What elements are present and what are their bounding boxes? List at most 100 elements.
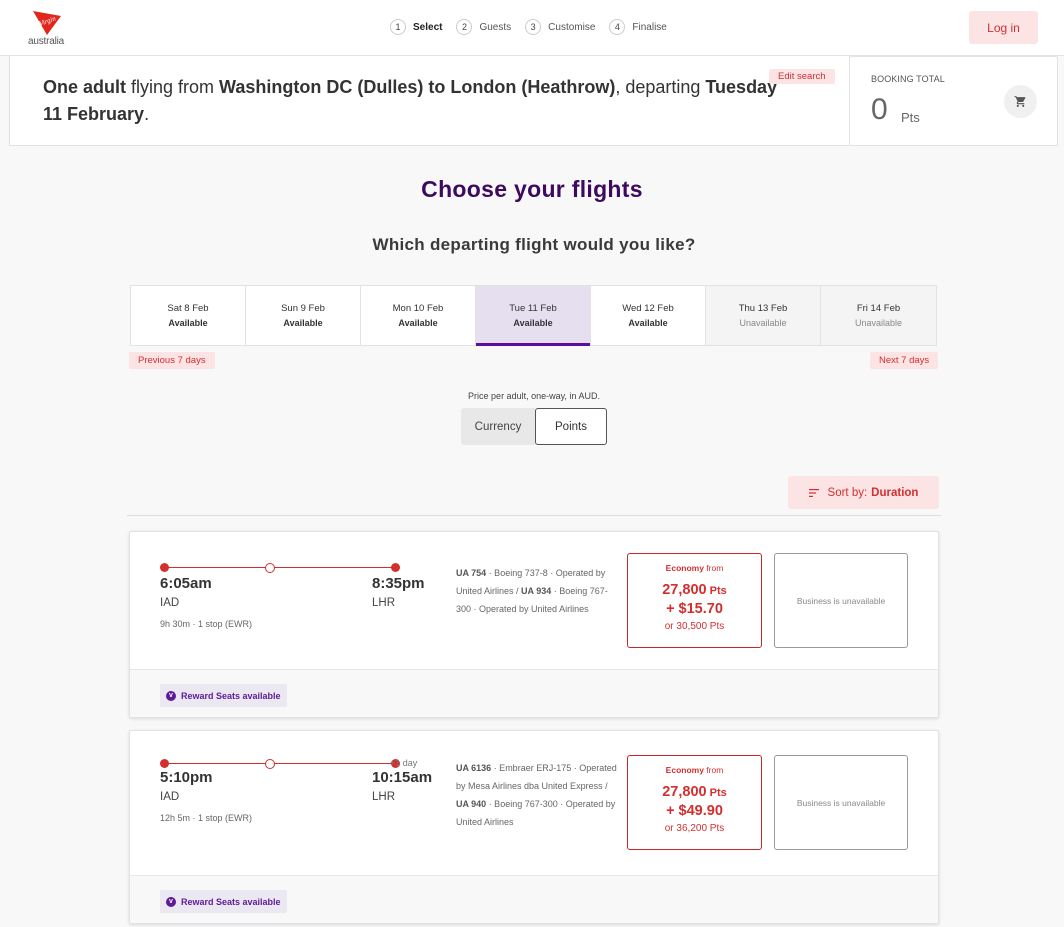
- booking-total-panel: BOOKING TOTAL 0 Pts: [849, 56, 1058, 146]
- step-label: Customise: [548, 21, 596, 33]
- flight-card-footer: v Reward Seats available: [130, 875, 938, 923]
- flight-duration: 9h 30m · 1 stop (EWR): [160, 619, 253, 629]
- flight-number: UA 754: [456, 568, 487, 578]
- date-tab-selected[interactable]: Tue 11 Feb Available: [476, 286, 591, 346]
- fare-cash: + $15.70: [666, 601, 723, 617]
- date-tab-day: Wed 12 Feb: [622, 303, 674, 314]
- step-number: 3: [525, 19, 542, 35]
- flight-duration: 12h 5m · 1 stop (EWR): [160, 813, 253, 823]
- flight-card[interactable]: +1 day 5:10pm 10:15am IAD LHR 12h 5m · 1…: [129, 730, 939, 924]
- step-guests: 2 Guests: [456, 19, 511, 35]
- plus-day-indicator: +1 day: [390, 758, 418, 768]
- departure-airport: IAD: [160, 597, 180, 609]
- date-tab-day: Fri 14 Feb: [856, 303, 901, 314]
- departure-time: 5:10pm: [160, 769, 213, 786]
- date-tab-status: Available: [398, 318, 438, 328]
- date-tab-day: Sat 8 Feb: [167, 303, 209, 314]
- departure-dot-icon: [160, 759, 169, 768]
- fare-points: 27,800 Pts: [628, 581, 761, 600]
- date-tab-unavailable[interactable]: Fri 14 Feb Unavailable: [821, 286, 936, 345]
- route-line-segment: [165, 567, 396, 568]
- next-7-days-button[interactable]: Next 7 days: [870, 352, 939, 369]
- sort-value: Duration: [871, 486, 919, 499]
- date-tab[interactable]: Sun 9 Feb Available: [246, 286, 361, 345]
- step-number: 1: [390, 19, 406, 35]
- step-label: Finalise: [632, 21, 667, 33]
- fare-points-value: 27,800: [662, 784, 707, 800]
- booking-total-unit: Pts: [901, 110, 920, 125]
- date-tab-status: Unavailable: [854, 318, 903, 328]
- summary-connector: flying from: [126, 77, 220, 97]
- fare-points-unit: Pts: [706, 585, 727, 597]
- date-tab-unavailable[interactable]: Thu 13 Feb Unavailable: [706, 286, 821, 345]
- booking-total-value: 0: [871, 93, 888, 126]
- step-finalise: 4 Finalise: [609, 19, 667, 35]
- date-selector: Sat 8 Feb Available Sun 9 Feb Available …: [130, 285, 937, 346]
- step-number: 4: [609, 19, 626, 35]
- booking-steps: 1 Select 2 Guests 3 Customise 4 Finalise: [390, 19, 681, 35]
- search-summary-text: One adult flying from Washington DC (Dul…: [43, 74, 783, 128]
- sort-icon: [808, 488, 819, 497]
- currency-toggle-option[interactable]: Currency: [461, 408, 535, 445]
- booking-total-label: BOOKING TOTAL: [871, 74, 945, 84]
- step-select: 1 Select: [390, 19, 442, 35]
- arrival-airport: LHR: [372, 597, 396, 609]
- virgin-logo-icon: Virgin: [33, 11, 61, 35]
- fare-class-name: Economy: [665, 765, 704, 775]
- reward-seats-label: Reward Seats available: [181, 896, 281, 907]
- arrival-time: 10:15am: [372, 769, 433, 786]
- fare-class: Economy from: [628, 765, 761, 775]
- step-customise: 3 Customise: [525, 19, 595, 35]
- date-tab[interactable]: Sat 8 Feb Available: [131, 286, 246, 345]
- edit-search-button[interactable]: Edit search: [769, 69, 835, 84]
- fare-from: from: [703, 765, 724, 775]
- divider: [127, 515, 941, 516]
- fare-alternative: or 30,500 Pts: [664, 621, 725, 632]
- step-number: 2: [456, 19, 473, 35]
- route-line: [160, 759, 400, 769]
- reward-seats-badge: v Reward Seats available: [160, 684, 287, 707]
- fare-alternative: or 36,200 Pts: [664, 823, 725, 834]
- cart-button[interactable]: [1004, 85, 1037, 118]
- arrival-airport: LHR: [372, 791, 396, 803]
- flight-number: UA 6136: [456, 763, 492, 773]
- virgin-australia-logo[interactable]: Virgin australia: [28, 10, 68, 48]
- fare-points-value: 27,800: [662, 582, 707, 598]
- previous-7-days-button[interactable]: Previous 7 days: [129, 352, 215, 369]
- fare-cash: + $49.90: [666, 803, 723, 819]
- cart-icon: [1014, 96, 1026, 107]
- date-tab-status: Available: [283, 318, 323, 328]
- step-label: Select: [413, 21, 443, 33]
- login-button[interactable]: Log in: [969, 11, 1038, 44]
- price-note: Price per adult, one-way, in AUD.: [468, 391, 600, 401]
- route-line: [160, 563, 400, 573]
- velocity-icon: v: [166, 690, 176, 701]
- date-tab-day: Mon 10 Feb: [392, 303, 444, 314]
- business-fare-unavailable: Business is unavailable: [774, 755, 908, 850]
- sort-button[interactable]: Sort by: Duration: [788, 476, 939, 509]
- summary-connector: , departing: [615, 77, 706, 97]
- economy-fare-button[interactable]: Economy from 27,800 Pts + $15.70 or 30,5…: [627, 553, 762, 648]
- velocity-icon: v: [166, 896, 176, 907]
- fare-points-unit: Pts: [706, 787, 727, 799]
- route: Washington DC (Dulles) to London (Heathr…: [219, 77, 616, 97]
- flight-info: UA 754 · Boeing 737-8 · Operated by Unit…: [456, 564, 621, 618]
- date-tab-day: Tue 11 Feb: [509, 303, 557, 314]
- fare-class: Economy from: [628, 563, 761, 573]
- date-tab[interactable]: Mon 10 Feb Available: [361, 286, 476, 345]
- points-toggle-option[interactable]: Points: [535, 408, 607, 445]
- passengers: One adult: [43, 77, 127, 97]
- flight-card-main: +1 day 5:10pm 10:15am IAD LHR 12h 5m · 1…: [130, 731, 938, 876]
- logo-text: australia: [28, 36, 64, 47]
- flight-card-main: 6:05am 8:35pm IAD LHR 9h 30m · 1 stop (E…: [130, 532, 938, 670]
- economy-fare-button[interactable]: Economy from 27,800 Pts + $49.90 or 36,2…: [627, 755, 762, 850]
- search-summary: One adult flying from Washington DC (Dul…: [9, 56, 849, 146]
- fare-points: 27,800 Pts: [628, 783, 761, 802]
- flight-card[interactable]: 6:05am 8:35pm IAD LHR 9h 30m · 1 stop (E…: [129, 531, 939, 718]
- price-mode-toggle: Currency Points: [461, 408, 607, 445]
- page-subtitle: Which departing flight would you like?: [372, 235, 696, 254]
- flight-number: UA 934: [521, 586, 552, 596]
- date-tab[interactable]: Wed 12 Feb Available: [591, 286, 706, 345]
- stopover-dot-icon: [265, 563, 275, 573]
- route-line-segment: [165, 763, 396, 764]
